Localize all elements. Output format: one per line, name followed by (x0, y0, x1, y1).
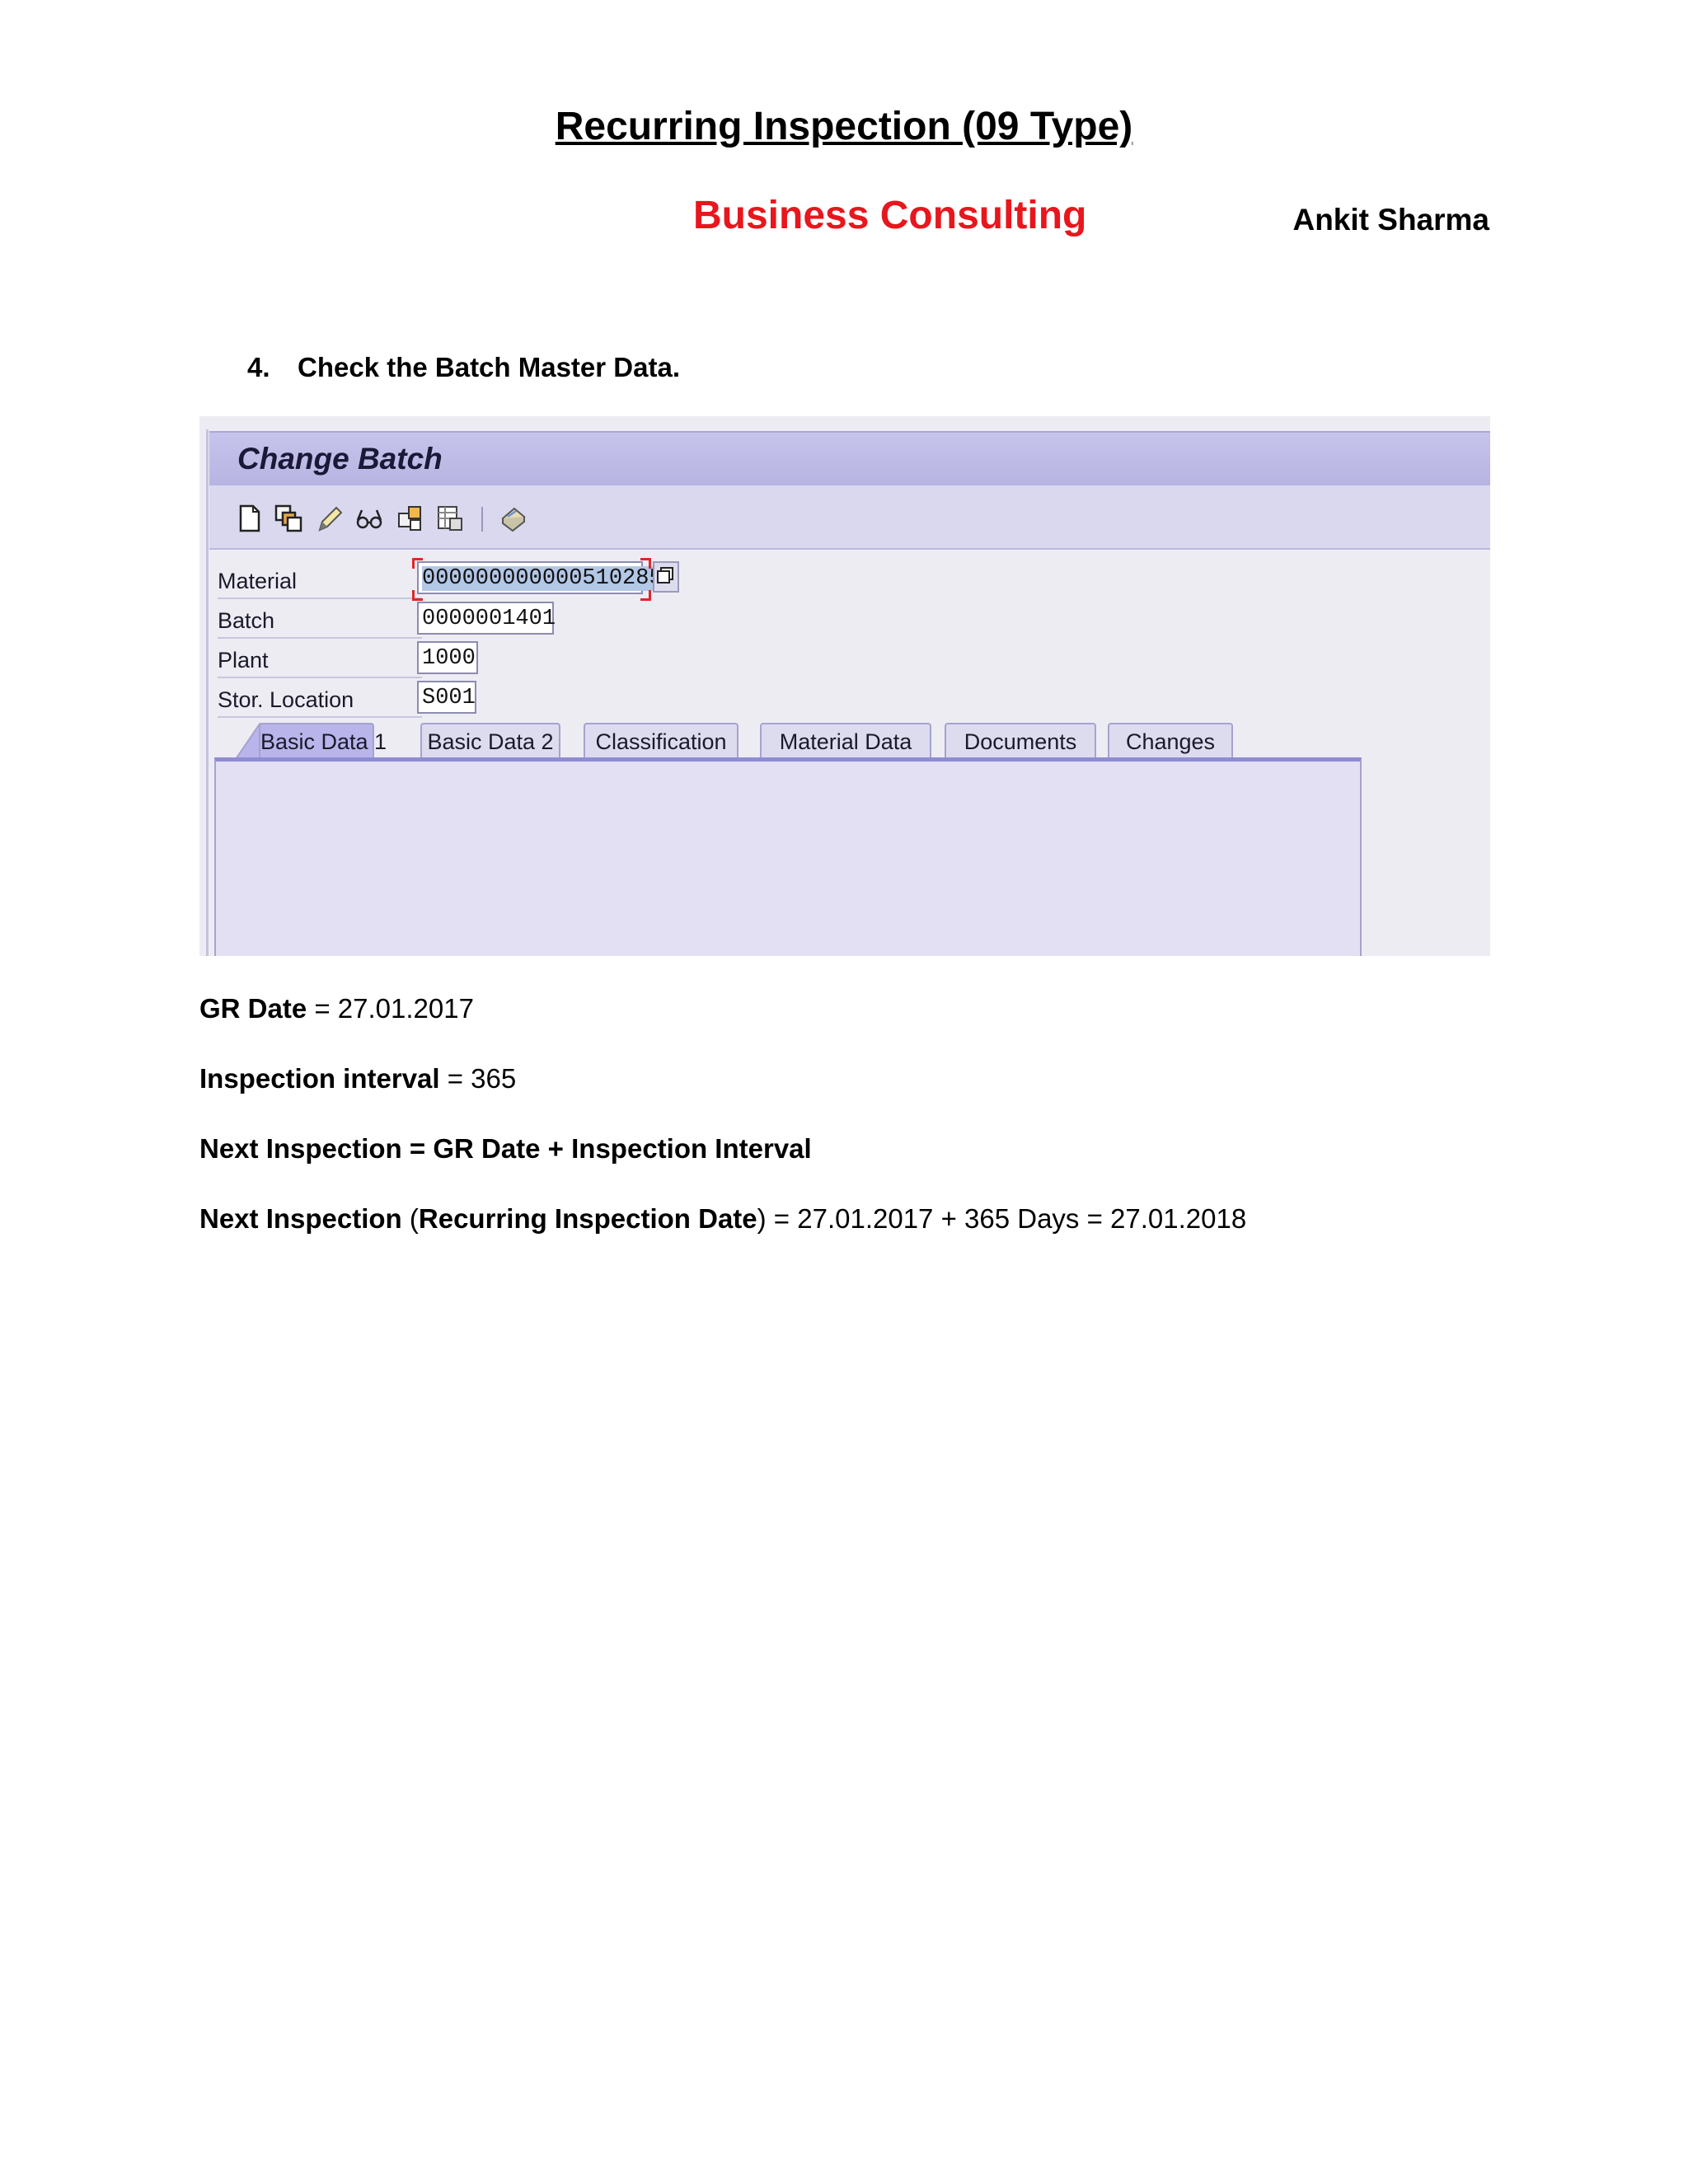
sap-screenshot: Change Batch Material 000000000000510285… (199, 416, 1490, 956)
window-title-bar: Change Batch (209, 431, 1490, 487)
search-help-icon (657, 567, 673, 583)
step-number: 4. (247, 352, 270, 382)
search-help-button[interactable] (653, 561, 679, 593)
storage-location-input[interactable]: S001 (417, 681, 476, 714)
field-separator (218, 637, 422, 639)
plant-label: Plant (218, 648, 269, 673)
result-value: ) = 27.01.2017 + 365 Days = 27.01.2018 (757, 1203, 1247, 1234)
interval-line: Inspection interval = 365 (199, 1061, 516, 1097)
tab-classification[interactable]: Classification (584, 723, 738, 759)
tab-documents[interactable]: Documents (945, 723, 1096, 759)
tab-basic-data-1[interactable]: Basic Data 1 (259, 723, 387, 759)
display-icon[interactable] (354, 504, 384, 533)
author-name: Ankit Sharma (1292, 203, 1489, 237)
batch-list-icon[interactable] (435, 504, 465, 533)
change-icon[interactable] (315, 504, 345, 533)
print-icon[interactable] (498, 504, 528, 533)
gr-date-line: GR Date = 27.01.2017 (199, 991, 474, 1027)
step-text: Check the Batch Master Data. (298, 352, 680, 382)
interval-label: Inspection interval (199, 1063, 440, 1094)
gr-date-value: = 27.01.2017 (307, 993, 474, 1024)
company-name: Business Consulting (693, 194, 1087, 237)
formula-line: Next Inspection = GR Date + Inspection I… (199, 1131, 812, 1167)
batch-input[interactable]: 0000001401 (417, 602, 556, 635)
create-icon[interactable] (234, 504, 264, 533)
batch-label: Batch (218, 608, 275, 633)
window-title: Change Batch (237, 442, 443, 476)
where-used-icon[interactable] (396, 504, 425, 533)
tab-changes[interactable]: Changes (1108, 723, 1233, 759)
window-edge (206, 429, 209, 956)
toolbar-separator (481, 507, 483, 532)
step-heading: 4. Check the Batch Master Data. (247, 349, 680, 386)
tab-basic-data-2[interactable]: Basic Data 2 (420, 723, 560, 759)
tab-slant (236, 723, 260, 759)
result-label-a: Next Inspection (199, 1203, 402, 1234)
field-separator (218, 598, 422, 599)
field-separator (218, 677, 422, 678)
result-label-b: Recurring Inspection Date (418, 1203, 757, 1234)
interval-value: = 365 (439, 1063, 517, 1094)
tab-material-data[interactable]: Material Data (760, 723, 931, 759)
material-label: Material (218, 569, 298, 593)
copy-icon[interactable] (274, 504, 303, 533)
tab-content-panel (214, 757, 1362, 956)
document-title: Recurring Inspection (09 Type) (555, 105, 1133, 148)
storage-location-label: Stor. Location (218, 687, 354, 712)
gr-date-label: GR Date (199, 993, 307, 1024)
field-separator (218, 716, 422, 718)
result-line: Next Inspection (Recurring Inspection Da… (199, 1201, 1246, 1237)
formula-text: Next Inspection = GR Date + Inspection I… (199, 1133, 812, 1164)
plant-input[interactable]: 1000 (417, 641, 478, 674)
result-paren: ( (401, 1203, 419, 1234)
application-toolbar (209, 485, 1490, 550)
input-focus-frame (412, 558, 651, 601)
